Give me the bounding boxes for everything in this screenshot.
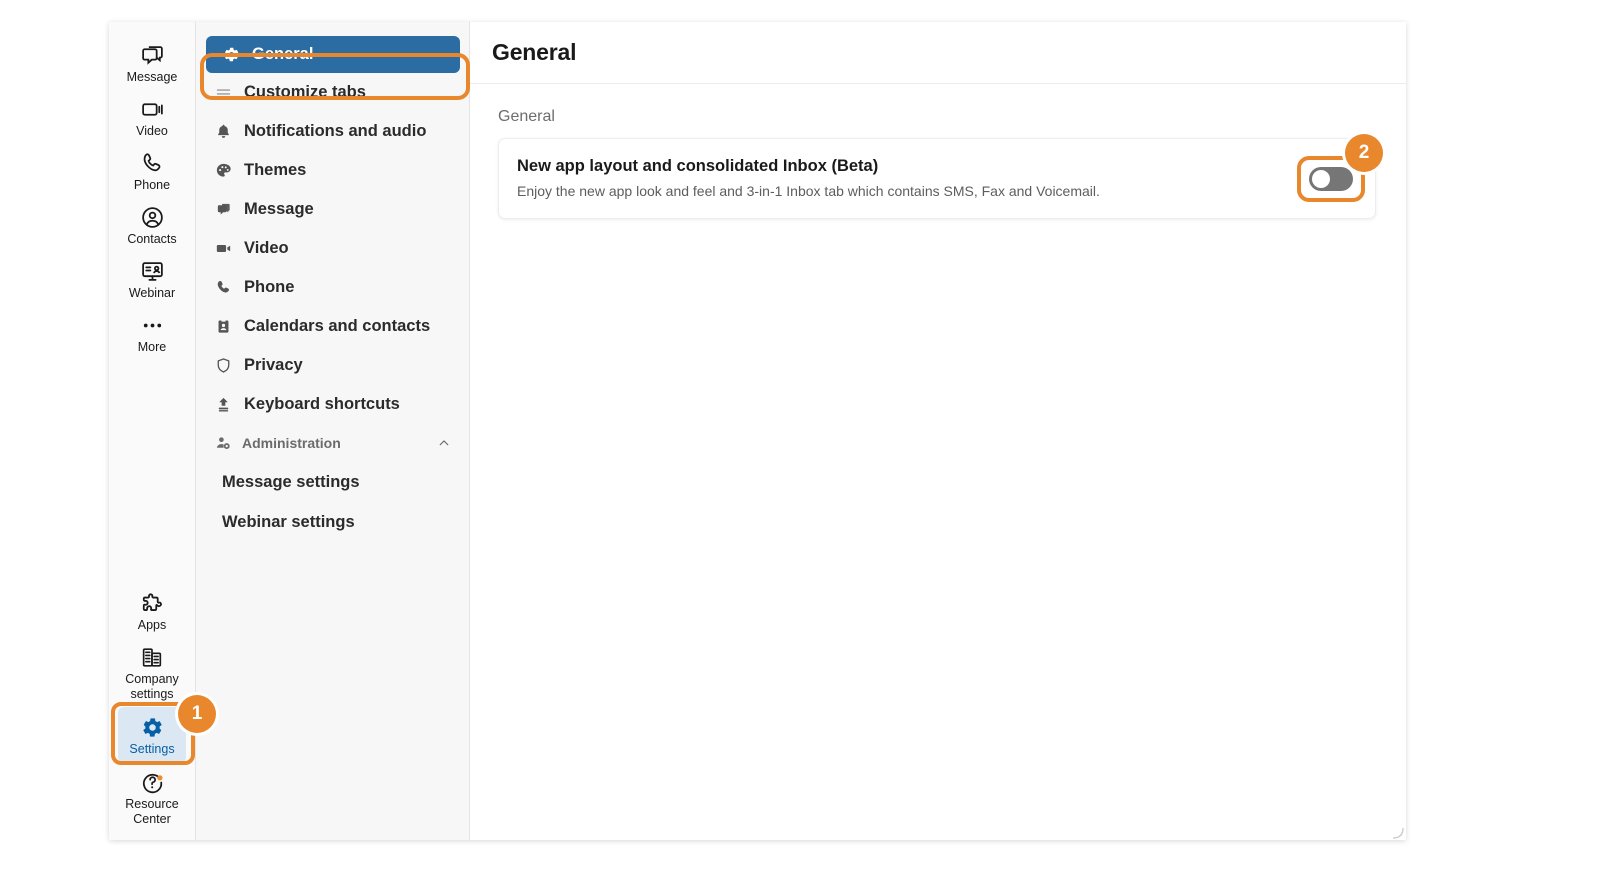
help-icon xyxy=(140,769,165,795)
rail-item-phone[interactable]: Phone xyxy=(109,144,195,198)
left-icon-rail: Message Video Phone Contacts Webinar Mor… xyxy=(109,22,216,840)
rail-item-webinar[interactable]: Webinar xyxy=(109,252,195,306)
new-app-layout-toggle[interactable] xyxy=(1309,166,1353,191)
video-icon xyxy=(140,96,165,122)
rail-bottom-group: Apps Company settings Settings 1 Resourc… xyxy=(109,584,216,840)
gear-icon xyxy=(220,46,242,63)
nav-item-label: Themes xyxy=(244,161,307,179)
rail-item-label: Resource Center xyxy=(125,797,179,826)
setting-title: New app layout and consolidated Inbox (B… xyxy=(517,157,879,175)
rail-item-label: Company settings xyxy=(125,672,179,701)
keyboard-icon xyxy=(212,396,234,413)
rail-item-apps[interactable]: Apps xyxy=(109,584,195,638)
phone-icon xyxy=(212,279,234,296)
nav-item-privacy[interactable]: Privacy xyxy=(196,346,469,385)
shield-icon xyxy=(212,357,234,374)
toggle-wrapper: 2 xyxy=(1297,133,1383,202)
admin-user-icon xyxy=(212,435,234,451)
rail-item-more[interactable]: More xyxy=(109,306,195,360)
nav-item-keyboard-shortcuts[interactable]: Keyboard shortcuts xyxy=(196,385,469,424)
nav-item-label: Calendars and contacts xyxy=(244,317,431,335)
customize-tabs-icon xyxy=(212,84,234,101)
nav-subitem-message-settings[interactable]: Message settings xyxy=(196,462,469,502)
gear-icon xyxy=(141,714,164,740)
setting-text-block: New app layout and consolidated Inbox (B… xyxy=(517,157,1309,200)
nav-item-label: General xyxy=(252,45,314,63)
step-badge-1: 1 xyxy=(178,695,216,733)
apps-icon xyxy=(140,590,165,616)
nav-item-message[interactable]: Message xyxy=(196,190,469,229)
settings-nav-panel: General Customize tabs Notifications and… xyxy=(196,22,470,840)
nav-group-label: Administration xyxy=(242,435,341,451)
rail-item-label: Message xyxy=(126,70,178,84)
main-content: General General New app layout and conso… xyxy=(470,22,1406,840)
rail-item-label: Settings xyxy=(129,742,175,756)
section-label: General xyxy=(498,108,555,125)
rail-item-message[interactable]: Message xyxy=(109,36,195,90)
main-header: General xyxy=(470,22,1406,84)
nav-item-notifications-and-audio[interactable]: Notifications and audio xyxy=(196,112,469,151)
nav-subitem-label: Webinar settings xyxy=(222,512,355,531)
rail-item-company-settings[interactable]: Company settings xyxy=(109,638,195,707)
webinar-icon xyxy=(140,258,165,284)
chevron-up-icon[interactable] xyxy=(437,436,451,450)
calendar-icon xyxy=(212,318,234,335)
page-title: General xyxy=(492,39,577,65)
nav-item-label: Message xyxy=(244,200,314,218)
nav-item-calendars-and-contacts[interactable]: Calendars and contacts xyxy=(196,307,469,346)
video-icon xyxy=(212,240,234,257)
nav-group-administration[interactable]: Administration xyxy=(196,424,469,462)
palette-icon xyxy=(212,162,234,179)
nav-item-general[interactable]: General xyxy=(206,36,460,73)
app-window: Message Video Phone Contacts Webinar Mor… xyxy=(109,22,1406,840)
setting-description: Enjoy the new app look and feel and 3-in… xyxy=(517,183,1100,199)
main-body: General New app layout and consolidated … xyxy=(470,84,1406,219)
rail-top-group: Message Video Phone Contacts Webinar Mor… xyxy=(109,22,195,360)
rail-item-label: Webinar xyxy=(128,286,176,300)
toggle-knob xyxy=(1312,169,1330,188)
nav-item-label: Notifications and audio xyxy=(244,122,427,140)
rail-item-contacts[interactable]: Contacts xyxy=(109,198,195,252)
nav-item-phone[interactable]: Phone xyxy=(196,268,469,307)
rail-item-label: More xyxy=(137,340,167,354)
settings-rail-wrapper: Settings 1 xyxy=(109,695,216,765)
nav-item-themes[interactable]: Themes xyxy=(196,151,469,190)
step-badge-2: 2 xyxy=(1345,133,1383,172)
rail-item-label: Contacts xyxy=(127,232,177,246)
nav-item-video[interactable]: Video xyxy=(196,229,469,268)
bell-icon xyxy=(212,123,234,140)
company-settings-icon xyxy=(140,644,165,670)
rail-item-label: Video xyxy=(136,124,168,138)
rail-item-resource-center[interactable]: Resource Center xyxy=(109,763,195,832)
rail-item-video[interactable]: Video xyxy=(109,90,195,144)
nav-item-label: Phone xyxy=(244,278,295,296)
rail-item-label: Apps xyxy=(137,618,167,632)
message-icon xyxy=(140,42,165,68)
rail-item-label: Phone xyxy=(133,178,171,192)
nav-subitem-label: Message settings xyxy=(222,472,360,491)
message-icon xyxy=(212,201,234,218)
scroll-corner xyxy=(1392,826,1404,839)
phone-icon xyxy=(140,150,165,176)
nav-subitem-webinar-settings[interactable]: Webinar settings xyxy=(196,502,469,542)
nav-item-label: Customize tabs xyxy=(244,83,366,101)
nav-item-label: Video xyxy=(244,239,289,257)
contacts-icon xyxy=(140,204,165,230)
more-icon xyxy=(140,312,165,338)
nav-item-label: Keyboard shortcuts xyxy=(244,395,400,413)
nav-item-label: Privacy xyxy=(244,356,303,374)
setting-card-new-app-layout: New app layout and consolidated Inbox (B… xyxy=(498,133,1383,219)
rail-item-settings[interactable]: Settings xyxy=(118,707,186,763)
nav-item-customize-tabs[interactable]: Customize tabs xyxy=(196,73,469,112)
